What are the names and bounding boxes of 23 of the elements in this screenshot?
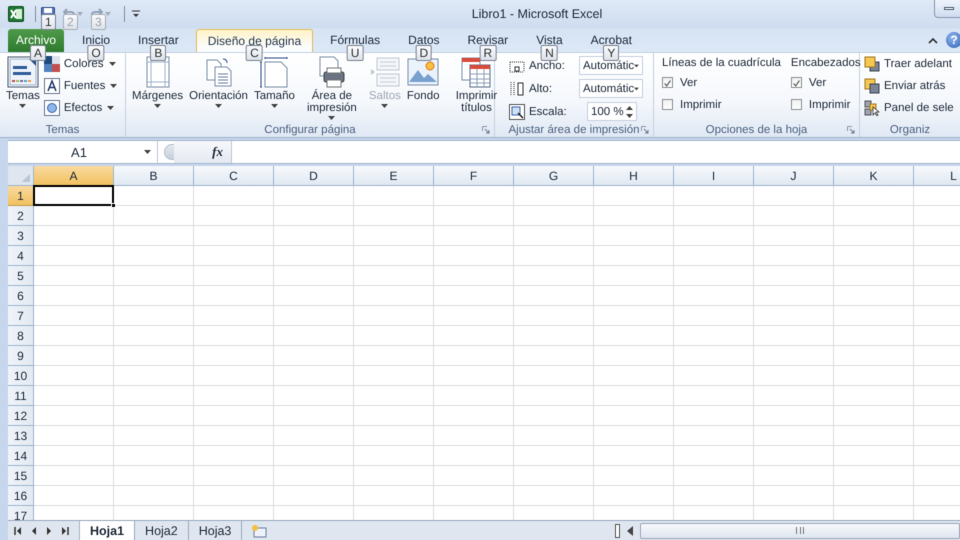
keytip-tooltip: A [30,45,46,61]
group-label: Configurar página [264,124,356,136]
keytip-tooltip: B [150,45,166,61]
keytip-tooltip: O [87,45,105,61]
keytip-tooltip: 2 [63,14,78,30]
group-label: Ajustar área de impresión [508,124,640,136]
keytip-tooltip: C [246,45,263,61]
keytip-tooltip: 1 [41,14,56,30]
keytip-tooltip: N [541,45,558,61]
section-heading: Líneas de la cuadrícula [662,57,781,69]
field-label: Escala: [529,106,568,118]
field-label: Alto: [529,82,554,94]
group-label: Organiz [890,124,930,136]
keytip-tooltip: 3 [91,14,106,30]
keytip-tooltip: R [480,45,496,61]
keytip-tooltip: D [415,45,432,61]
window-title: Libro1 - Microsoft Excel [470,7,604,21]
group-label: Temas [46,124,80,136]
keytip-tooltip: U [346,45,364,61]
group-label: Opciones de la hoja [706,124,808,136]
section-heading: Encabezados [790,57,861,69]
keytip-tooltip: Y [603,45,620,61]
field-label: Ancho: [529,60,566,72]
